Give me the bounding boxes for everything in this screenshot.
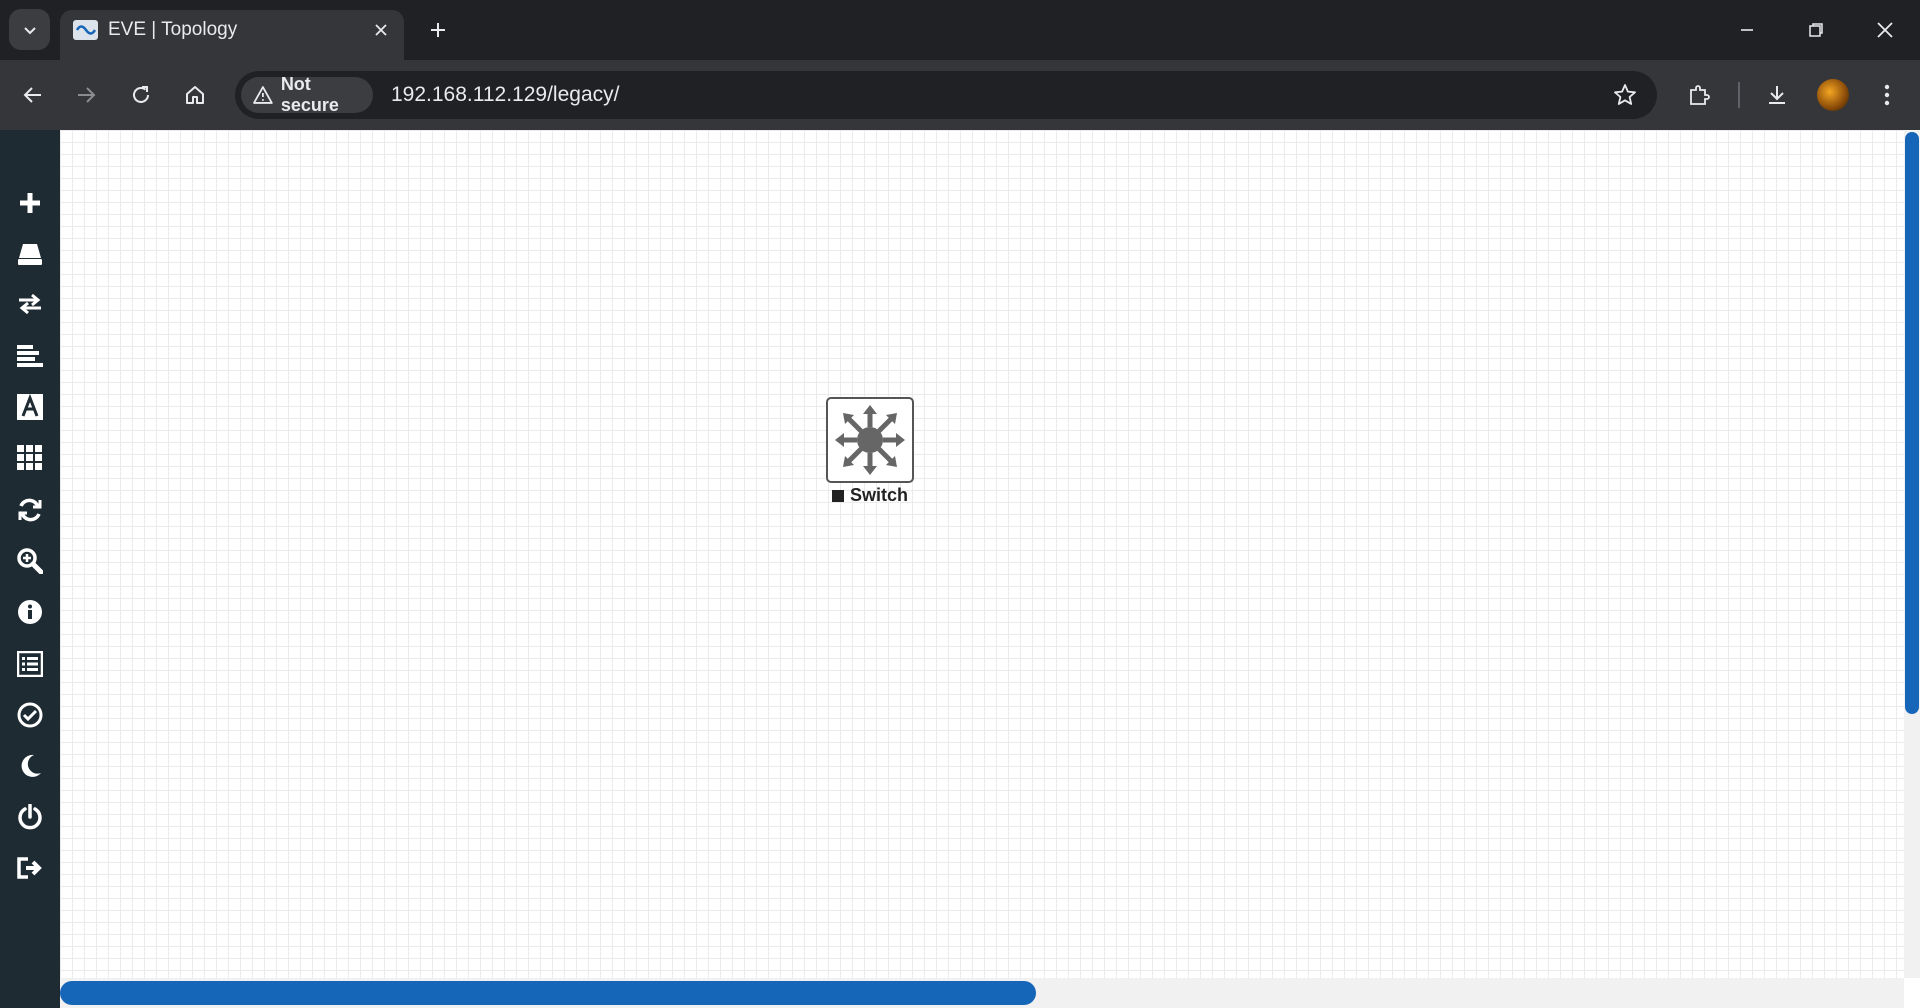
text-icon (17, 394, 43, 420)
sidebar-item-add[interactable] (0, 183, 60, 223)
tab-search-button[interactable] (9, 9, 50, 50)
close-icon (1877, 22, 1893, 38)
restore-button[interactable] (1794, 12, 1838, 48)
puzzle-icon (1690, 85, 1710, 105)
sidebar-item-lock[interactable] (0, 695, 60, 735)
browser-tab-strip: EVE | Topology (0, 0, 1920, 60)
sidebar-item-nodes[interactable] (0, 234, 60, 274)
sidebar-item-text[interactable] (0, 387, 60, 427)
forward-button[interactable] (68, 77, 104, 113)
refresh-icon (18, 498, 42, 522)
reload-icon (133, 86, 149, 103)
chevron-down-icon (23, 26, 36, 34)
more-vertical-icon (1884, 84, 1890, 106)
switch-icon[interactable] (826, 397, 914, 483)
sidebar-item-list[interactable] (0, 644, 60, 684)
browser-menu-button[interactable] (1869, 77, 1905, 113)
vertical-scrollbar[interactable] (1904, 130, 1920, 978)
networks-icon (19, 293, 41, 315)
download-icon (1769, 86, 1785, 104)
profile-avatar[interactable] (1817, 79, 1849, 111)
minimize-button[interactable] (1725, 12, 1769, 48)
close-icon (375, 24, 387, 36)
check-circle-icon (17, 702, 43, 728)
nodes-icon (18, 244, 42, 265)
sidebar-item-networks[interactable] (0, 284, 60, 324)
browser-toolbar: Not secure 192.168.112.129/legacy/ (0, 60, 1920, 130)
horizontal-scroll-thumb[interactable] (60, 981, 1036, 1005)
zoom-icon (17, 548, 43, 574)
info-icon (18, 600, 42, 624)
close-window-button[interactable] (1863, 12, 1907, 48)
horizontal-scrollbar[interactable] (60, 978, 1904, 1008)
new-tab-button[interactable] (422, 14, 454, 46)
vertical-scroll-thumb[interactable] (1905, 132, 1919, 714)
startup-configs-icon (17, 345, 43, 367)
arrow-left-icon (23, 87, 41, 103)
bookmark-star-button[interactable] (1611, 81, 1639, 109)
extensions-button[interactable] (1681, 77, 1717, 113)
home-icon (186, 86, 204, 104)
sidebar-item-startup-configs[interactable] (0, 336, 60, 376)
sidebar-item-refresh[interactable] (0, 490, 60, 530)
sidebar-item-dark-mode[interactable] (0, 746, 60, 786)
downloads-button[interactable] (1759, 77, 1795, 113)
tab-close-button[interactable] (369, 18, 393, 42)
sidebar-item-info[interactable] (0, 592, 60, 632)
tab-title: EVE | Topology (108, 19, 238, 40)
security-label: Not secure (280, 74, 339, 115)
reload-button[interactable] (123, 77, 159, 113)
node-label: Switch (832, 485, 908, 506)
browser-tab[interactable]: EVE | Topology (60, 10, 404, 60)
sidebar-item-zoom[interactable] (0, 541, 60, 581)
toolbar-divider (1738, 82, 1740, 108)
plus-icon (431, 23, 445, 37)
address-bar[interactable]: Not secure 192.168.112.129/legacy/ (235, 71, 1657, 119)
minimize-icon (1741, 29, 1753, 31)
home-button[interactable] (177, 77, 213, 113)
restore-icon (1809, 23, 1823, 37)
list-icon (17, 651, 43, 677)
sidebar-item-logout[interactable] (0, 848, 60, 888)
sidebar-item-power[interactable] (0, 797, 60, 837)
grid-icon (17, 445, 42, 470)
star-icon (1614, 84, 1636, 105)
url-text[interactable]: 192.168.112.129/legacy/ (391, 83, 619, 107)
moon-icon (21, 754, 41, 777)
plus-icon (20, 193, 40, 213)
power-icon (18, 804, 42, 830)
eve-sidebar (0, 130, 60, 1008)
warning-icon (253, 86, 273, 104)
back-button[interactable] (15, 77, 51, 113)
sidebar-item-grid[interactable] (0, 438, 60, 478)
logout-icon (17, 857, 42, 879)
node-status-indicator (832, 489, 844, 502)
security-chip[interactable]: Not secure (241, 74, 373, 115)
topology-canvas[interactable]: Switch (60, 130, 1904, 978)
eve-favicon-icon (73, 20, 98, 40)
arrow-right-icon (78, 87, 96, 103)
node-name: Switch (850, 485, 909, 505)
